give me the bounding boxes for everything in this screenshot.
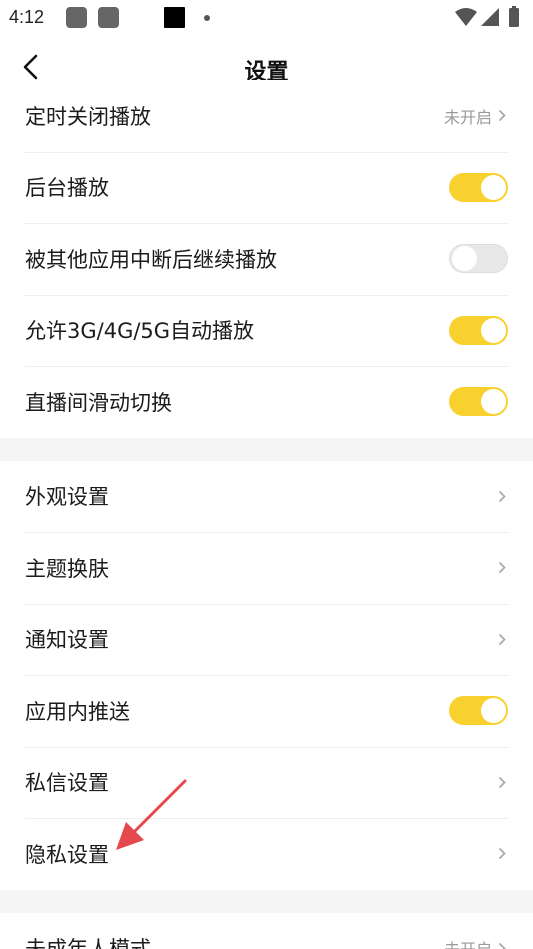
setting-row-background-play: 后台播放 xyxy=(0,151,533,224)
setting-label: 应用内推送 xyxy=(25,699,130,724)
setting-row-theme[interactable]: 主题换肤 xyxy=(0,532,533,604)
setting-row-messages[interactable]: 私信设置 xyxy=(0,746,533,819)
notification-icon xyxy=(164,7,185,28)
chevron-right-icon xyxy=(498,561,508,575)
resume-after-interrupt-toggle[interactable] xyxy=(449,244,508,274)
chevron-right-icon xyxy=(498,489,508,503)
setting-label: 隐私设置 xyxy=(25,842,109,867)
setting-label: 直播间滑动切换 xyxy=(25,390,172,415)
section-divider xyxy=(0,889,533,913)
chevron-right-icon xyxy=(498,632,508,646)
chevron-right-icon xyxy=(498,775,508,789)
live-swipe-toggle[interactable] xyxy=(449,387,508,417)
wifi-icon xyxy=(455,8,477,26)
setting-label: 主题换肤 xyxy=(25,556,109,581)
setting-label: 被其他应用中断后继续播放 xyxy=(25,247,277,272)
setting-value: 未开启 xyxy=(444,936,492,949)
system-status-icons xyxy=(455,6,519,27)
notification-icon xyxy=(98,7,119,28)
battery-icon xyxy=(509,8,519,27)
in-app-push-toggle[interactable] xyxy=(449,696,508,726)
setting-row-youth-mode[interactable]: 未成年人模式 未开启 xyxy=(0,913,533,949)
setting-row-resume-after-interrupt: 被其他应用中断后继续播放 xyxy=(0,223,533,295)
more-notifications-dot-icon xyxy=(204,15,210,21)
setting-label: 允许3G/4G/5G自动播放 xyxy=(25,319,255,344)
status-bar: 4:12 xyxy=(0,0,533,36)
signal-icon xyxy=(481,8,499,26)
setting-label: 后台播放 xyxy=(25,176,109,201)
settings-group-general: 外观设置 主题换肤 通知设置 应用内推送 私信设置 隐私设置 xyxy=(0,460,533,890)
notification-icon xyxy=(66,7,87,28)
setting-row-in-app-push: 应用内推送 xyxy=(0,675,533,747)
setting-label: 外观设置 xyxy=(25,485,109,510)
setting-label: 私信设置 xyxy=(25,771,109,796)
settings-group-youth: 未成年人模式 未开启 xyxy=(0,912,533,949)
setting-label: 定时关闭播放 xyxy=(25,104,151,129)
setting-label: 通知设置 xyxy=(25,628,109,653)
setting-row-appearance[interactable]: 外观设置 xyxy=(0,461,533,533)
background-play-toggle[interactable] xyxy=(449,172,508,202)
section-divider xyxy=(0,437,533,461)
setting-row-live-swipe: 直播间滑动切换 xyxy=(0,366,533,438)
mobile-autoplay-toggle[interactable] xyxy=(449,315,508,345)
setting-row-privacy[interactable]: 隐私设置 xyxy=(0,818,533,890)
setting-label: 未成年人模式 xyxy=(25,933,444,949)
settings-group-playback: 定时关闭播放 未开启 后台播放 被其他应用中断后继续播放 允许3G/4G/5G自… xyxy=(0,80,533,438)
chevron-right-icon xyxy=(498,847,508,861)
setting-row-sleep-timer[interactable]: 定时关闭播放 未开启 xyxy=(0,80,533,152)
status-time: 4:12 xyxy=(9,7,45,27)
chevron-right-icon xyxy=(498,941,508,949)
setting-row-notifications[interactable]: 通知设置 xyxy=(0,603,533,676)
chevron-right-icon xyxy=(498,109,508,123)
setting-value: 未开启 xyxy=(443,107,492,127)
setting-row-mobile-autoplay: 允许3G/4G/5G自动播放 xyxy=(0,294,533,367)
